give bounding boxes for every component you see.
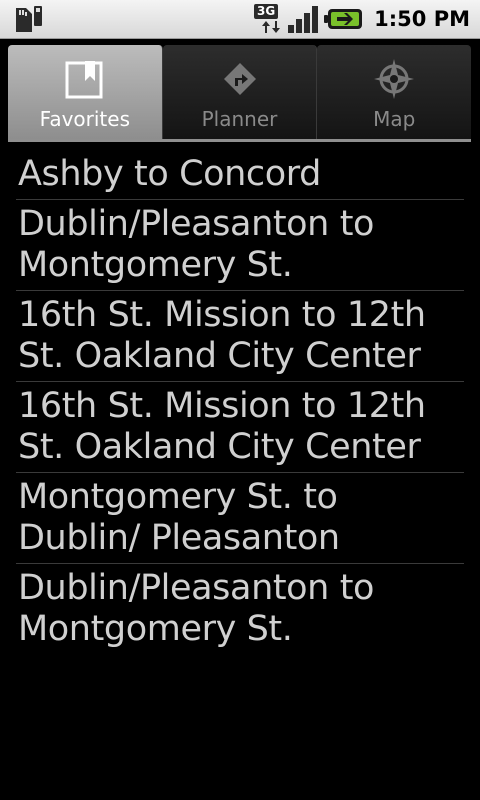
charging-bolt-icon bbox=[337, 13, 354, 25]
tab-map[interactable]: Map bbox=[317, 45, 472, 139]
tab-favorites-label: Favorites bbox=[39, 107, 130, 131]
clock: 1:50 PM bbox=[374, 7, 470, 31]
data-activity-icon bbox=[262, 21, 281, 33]
list-item[interactable]: Dublin/Pleasanton to Montgomery St. bbox=[16, 200, 464, 291]
tab-favorites[interactable]: Favorites bbox=[8, 45, 163, 139]
list-item[interactable]: 16th St. Mission to 12th St. Oakland Cit… bbox=[16, 382, 464, 473]
battery-icon bbox=[324, 9, 363, 29]
compass-icon bbox=[374, 59, 415, 99]
list-item[interactable]: Ashby to Concord bbox=[16, 152, 464, 200]
bookmark-icon bbox=[65, 61, 103, 99]
tab-map-label: Map bbox=[373, 107, 416, 131]
list-item[interactable]: Montgomery St. to Dublin/ Pleasanton bbox=[16, 473, 464, 564]
list-item[interactable]: 16th St. Mission to 12th St. Oakland Cit… bbox=[16, 291, 464, 382]
list-item[interactable]: Dublin/Pleasanton to Montgomery St. bbox=[16, 564, 464, 654]
network-type-label: 3G bbox=[254, 4, 279, 19]
tab-planner-label: Planner bbox=[201, 107, 278, 131]
favorites-list: Ashby to Concord Dublin/Pleasanton to Mo… bbox=[16, 152, 464, 654]
status-bar: 3G 1:50 PM bbox=[0, 0, 480, 39]
tab-bar: Favorites Planner Map bbox=[8, 45, 472, 142]
tab-planner[interactable]: Planner bbox=[162, 45, 318, 139]
directions-icon bbox=[223, 63, 256, 95]
signal-strength-icon bbox=[288, 5, 319, 33]
sd-card-icon bbox=[12, 4, 44, 34]
network-3g-icon: 3G bbox=[252, 3, 282, 35]
